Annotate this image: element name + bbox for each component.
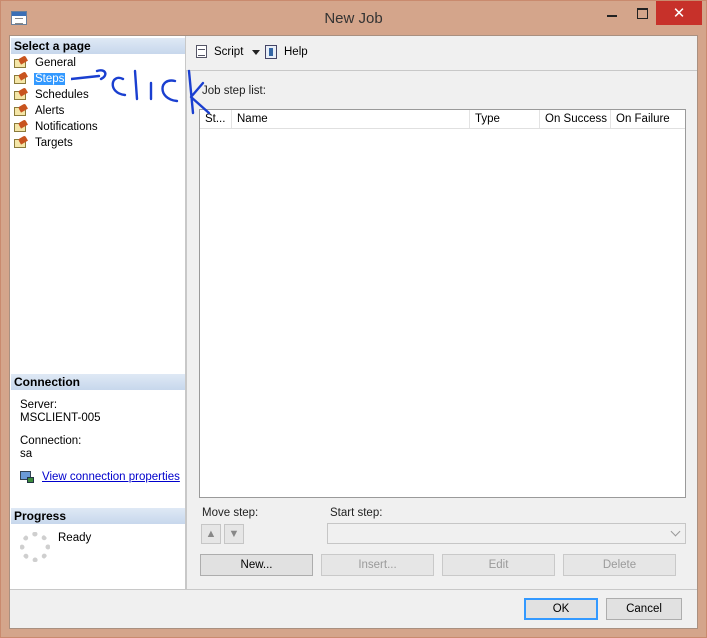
view-connection-link[interactable]: View connection properties bbox=[42, 471, 180, 483]
page-item-schedules[interactable]: Schedules bbox=[14, 87, 90, 102]
arrow-down-icon: ▼ bbox=[228, 528, 240, 540]
page-item-label: Steps bbox=[34, 72, 66, 85]
column-header-type[interactable]: Type bbox=[470, 110, 540, 128]
server-value: MSCLIENT-005 bbox=[20, 412, 101, 424]
column-header-on-success[interactable]: On Success bbox=[540, 110, 611, 128]
close-icon: ✕ bbox=[672, 5, 686, 22]
page-wrench-icon bbox=[14, 89, 28, 101]
select-page-header: Select a page bbox=[11, 38, 185, 54]
script-label: Script bbox=[214, 46, 244, 58]
view-connection-properties[interactable]: View connection properties bbox=[20, 470, 180, 484]
page-item-label: Alerts bbox=[35, 104, 65, 117]
progress-status: Ready bbox=[58, 532, 92, 544]
help-icon bbox=[264, 44, 280, 60]
footer-divider bbox=[10, 589, 697, 590]
grid-header: St... Name Type On Success On Failure bbox=[200, 110, 685, 129]
toolbar: Script Help bbox=[186, 36, 697, 70]
page-item-alerts[interactable]: Alerts bbox=[14, 103, 65, 118]
cancel-button[interactable]: Cancel bbox=[606, 598, 682, 620]
dialog-client-area: Select a page General Steps Schedules Al… bbox=[9, 35, 698, 629]
move-up-button[interactable]: ▲ bbox=[201, 524, 221, 544]
steps-panel: Job step list: St... Name Type On Succes… bbox=[186, 70, 697, 589]
script-icon bbox=[194, 44, 210, 60]
help-label: Help bbox=[284, 46, 308, 58]
connection-header: Connection bbox=[11, 374, 185, 390]
delete-step-button[interactable]: Delete bbox=[563, 554, 676, 576]
connection-properties-icon bbox=[20, 470, 36, 484]
page-item-label: Notifications bbox=[35, 120, 98, 133]
arrow-up-icon: ▲ bbox=[205, 528, 217, 540]
start-step-select[interactable] bbox=[327, 523, 686, 544]
maximize-icon bbox=[636, 7, 648, 19]
chevron-down-icon[interactable] bbox=[252, 49, 261, 55]
maximize-button[interactable] bbox=[628, 1, 656, 25]
chevron-down-icon bbox=[670, 526, 681, 537]
dialog-window: New Job ✕ Select a page General Steps Sc… bbox=[0, 0, 707, 638]
left-panel: Select a page General Steps Schedules Al… bbox=[10, 36, 186, 589]
page-wrench-icon bbox=[14, 121, 28, 133]
page-item-general[interactable]: General bbox=[14, 55, 77, 70]
page-item-steps[interactable]: Steps bbox=[14, 71, 66, 86]
column-header-name[interactable]: Name bbox=[232, 110, 470, 128]
minimize-icon bbox=[607, 15, 617, 17]
job-step-grid[interactable]: St... Name Type On Success On Failure bbox=[199, 109, 686, 498]
progress-header: Progress bbox=[11, 508, 185, 524]
minimize-button[interactable] bbox=[598, 1, 626, 25]
move-step-label: Move step: bbox=[202, 507, 259, 519]
help-button[interactable]: Help bbox=[264, 44, 308, 60]
page-wrench-icon bbox=[14, 73, 28, 85]
page-item-targets[interactable]: Targets bbox=[14, 135, 74, 150]
start-step-label: Start step: bbox=[330, 507, 383, 519]
column-header-on-failure[interactable]: On Failure bbox=[611, 110, 685, 128]
page-item-notifications[interactable]: Notifications bbox=[14, 119, 99, 134]
insert-step-button[interactable]: Insert... bbox=[321, 554, 434, 576]
edit-step-button[interactable]: Edit bbox=[442, 554, 555, 576]
script-button[interactable]: Script bbox=[194, 44, 261, 60]
close-button[interactable]: ✕ bbox=[656, 1, 702, 25]
new-step-button[interactable]: New... bbox=[200, 554, 313, 576]
server-label: Server: bbox=[20, 399, 58, 411]
page-item-label: General bbox=[35, 56, 76, 69]
connection-label: Connection: bbox=[20, 435, 82, 447]
title-bar[interactable]: New Job ✕ bbox=[1, 1, 706, 34]
connection-value: sa bbox=[20, 448, 33, 460]
page-wrench-icon bbox=[14, 105, 28, 117]
page-item-label: Schedules bbox=[35, 88, 89, 101]
page-item-label: Targets bbox=[35, 136, 73, 149]
job-step-list-label: Job step list: bbox=[202, 85, 266, 97]
column-header-step[interactable]: St... bbox=[200, 110, 232, 128]
progress-spinner-icon bbox=[20, 532, 50, 562]
page-wrench-icon bbox=[14, 137, 28, 149]
page-wrench-icon bbox=[14, 57, 28, 69]
ok-button[interactable]: OK bbox=[524, 598, 598, 620]
move-down-button[interactable]: ▼ bbox=[224, 524, 244, 544]
